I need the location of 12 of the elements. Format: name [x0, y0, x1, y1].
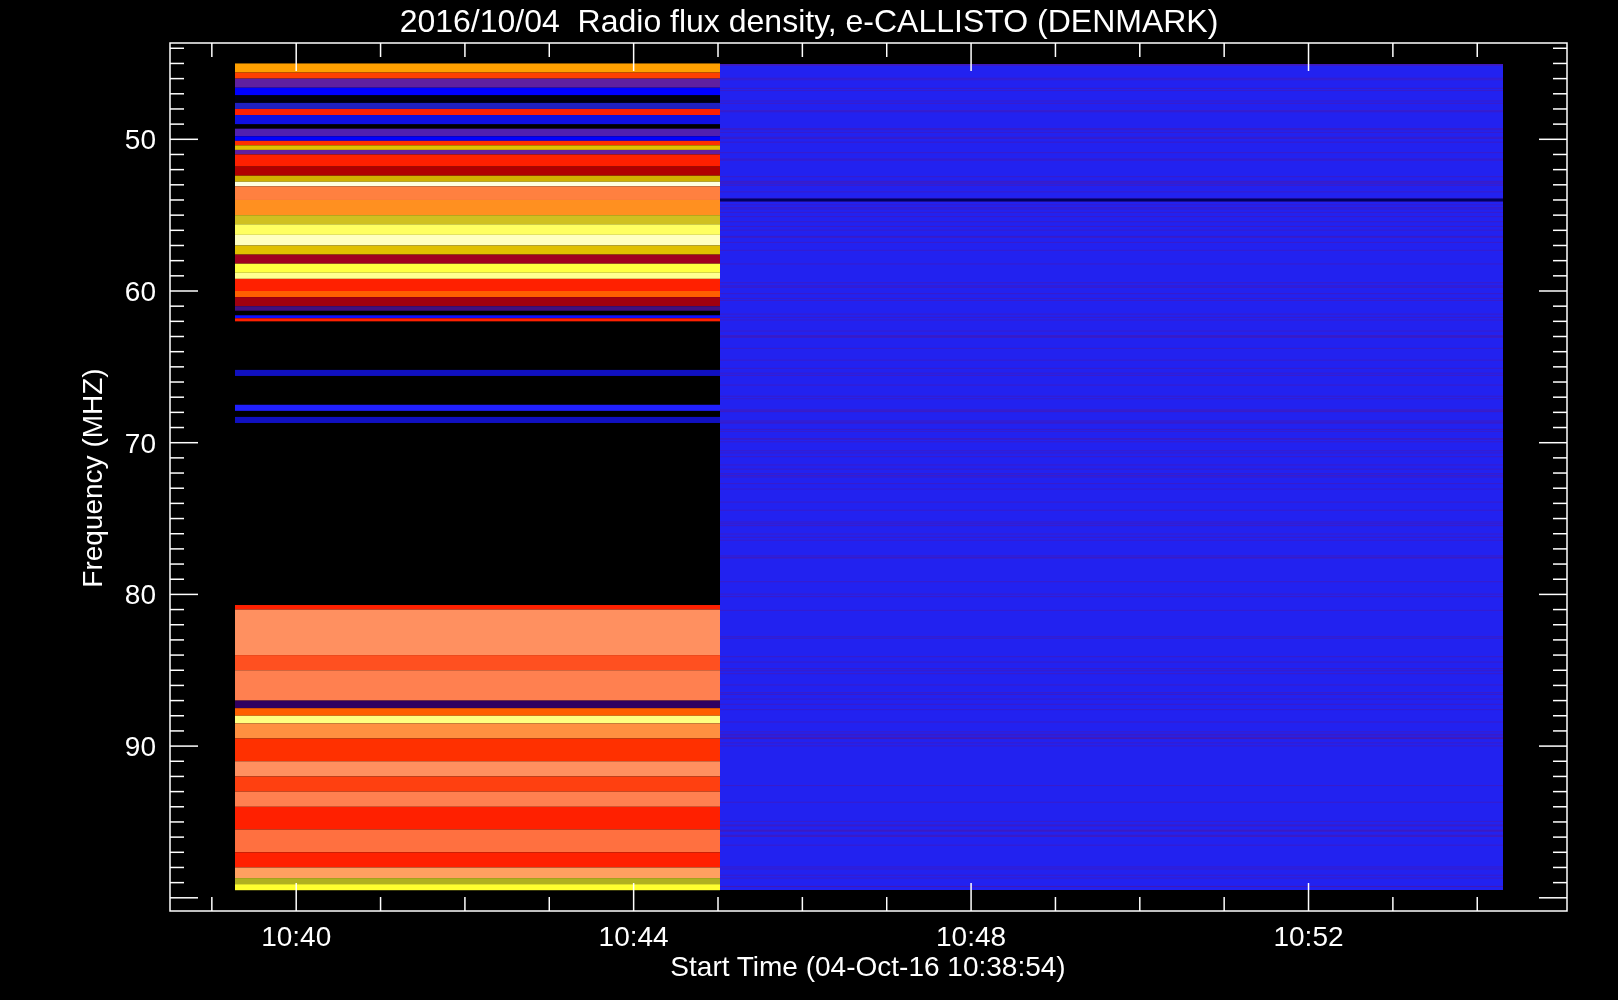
- y-tick-label: 90: [124, 731, 156, 763]
- x-tick-label: 10:48: [936, 921, 1007, 952]
- x-tick-label: 10:52: [1273, 921, 1344, 952]
- y-tick-label: 60: [124, 276, 156, 307]
- y-tick-label: 80: [124, 579, 156, 611]
- y-tick-label: 50: [124, 124, 156, 156]
- y-tick-label: 70: [124, 427, 156, 459]
- y-axis-label: Frequency (MHZ): [77, 368, 108, 588]
- chart-title: 2016/10/04 Radio flux density, e-CALLISTO (DENMARK): [399, 5, 1219, 37]
- x-axis-label: Start Time (04-Oct-16 10:38:54): [670, 951, 1066, 982]
- x-tick-label: 10:40: [261, 921, 332, 952]
- x-tick-label: 10:44: [598, 921, 669, 952]
